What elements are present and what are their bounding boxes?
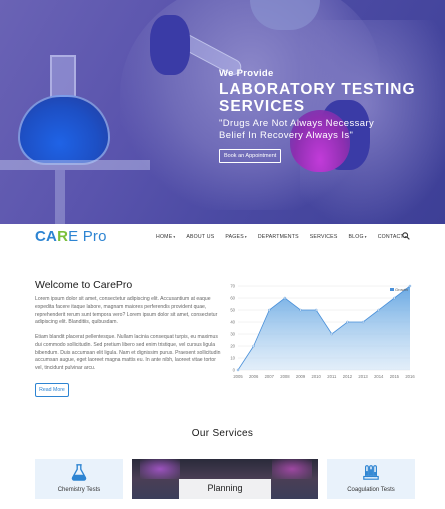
chart-point [377, 308, 380, 312]
service-card-coagulation[interactable]: Coagulation Tests [327, 459, 415, 499]
chart-point [330, 332, 334, 336]
nav-item-label: PAGES [225, 234, 244, 240]
chart-legend-label: Growth [395, 287, 408, 292]
welcome-title: Welcome to CarePro [35, 279, 133, 291]
chart-area-growth [238, 286, 410, 370]
chart-y-tick-label: 30 [230, 332, 235, 337]
nav-item-label: CONTACT [377, 234, 404, 240]
card-photo-glow [140, 459, 180, 479]
test-tubes-icon [363, 465, 379, 480]
read-more-button[interactable]: Read More [35, 383, 69, 397]
hero-photo-glove [150, 15, 190, 75]
nav-menu: HOME▾ ABOUT US PAGES▾ DEPARTMENTS SERVIC… [156, 234, 418, 240]
nav-item-label: HOME [156, 234, 173, 240]
chart-x-tick-label: 2011 [327, 374, 337, 379]
chart-point [268, 308, 271, 312]
chevron-down-icon: ▾ [364, 235, 367, 239]
chart-x-tick-label: 2016 [405, 374, 415, 379]
chart-y-tick-label: 60 [230, 296, 235, 301]
card-photo-glow [272, 459, 312, 479]
hero-photo-stand-pole [55, 170, 65, 224]
chart-x-tick-label: 2007 [265, 374, 275, 379]
site-logo[interactable]: CARE Pro [35, 228, 107, 245]
nav-item-label: DEPARTMENTS [257, 234, 299, 240]
hero-photo-stand [0, 160, 150, 170]
chart-y-tick-label: 0 [233, 368, 236, 373]
chart-x-tick-label: 2009 [296, 374, 306, 379]
growth-chart: 0 10 20 30 40 50 60 70 2005 2006 2007 2008 2009 2010 2… [230, 284, 415, 380]
hero-title-line1: LABORATORY TESTING [219, 81, 416, 98]
service-card-planning[interactable]: Planning [132, 459, 318, 509]
chart-x-tick-label: 2013 [358, 374, 368, 379]
chart-x-tick-label: 2006 [249, 374, 259, 379]
nav-item-home[interactable]: HOME▾ [156, 234, 175, 240]
chart-point [252, 344, 255, 348]
book-appointment-button[interactable]: Book an Appointment [219, 149, 282, 163]
search-icon[interactable] [402, 232, 410, 240]
nav-item-label: ABOUT US [186, 234, 215, 240]
chart-x-tick-label: 2012 [343, 374, 353, 379]
service-card-label: Chemistry Tests [57, 487, 101, 493]
chart-x-tick-label: 2008 [280, 374, 290, 379]
nav-item-departments[interactable]: DEPARTMENTS [258, 234, 299, 240]
welcome-paragraph-2: Etiam blandit placerat pellentesque. Nul… [35, 334, 221, 372]
chart-y-tick-label: 70 [230, 284, 235, 289]
hero-quote-line1: "Drugs Are Not Always Necessary [219, 118, 375, 129]
logo-part3: E Pro [68, 228, 107, 245]
hero-quote: "Drugs Are Not Always Necessary Belief I… [219, 118, 416, 142]
hero-title-line2: SERVICES [219, 98, 306, 115]
service-card-chemistry[interactable]: Chemistry Tests [35, 459, 123, 499]
nav-item-services[interactable]: SERVICES [310, 234, 338, 240]
chart-y-tick-label: 10 [230, 356, 235, 361]
hero-subtitle: We Provide [219, 68, 274, 79]
chart-point [361, 320, 365, 324]
chart-point [299, 308, 302, 312]
hero-text-block: We Provide LABORATORY TESTING SERVICES "… [219, 68, 416, 163]
chart-point [283, 296, 287, 300]
logo-part2: R [57, 228, 69, 245]
flask-icon [71, 464, 87, 481]
nav-item-label: SERVICES [309, 234, 338, 240]
chart-point [346, 320, 349, 324]
logo-part1: CA [35, 228, 58, 245]
welcome-paragraph-1: Lorem ipsum dolor sit amet, consectetur … [35, 296, 218, 326]
chart-x-tick-label: 2010 [312, 374, 322, 379]
chart-legend-swatch [390, 288, 394, 291]
chart-point [408, 284, 412, 288]
service-card-label: Coagulation Tests [347, 487, 395, 493]
chart-point [393, 296, 396, 300]
nav-item-pages[interactable]: PAGES▾ [225, 234, 246, 240]
chart-x-tick-label: 2005 [233, 374, 243, 379]
chart-point [236, 368, 240, 372]
hero-photo-flask [18, 95, 110, 165]
nav-item-label: BLOG [348, 234, 364, 240]
nav-item-blog[interactable]: BLOG▾ [349, 234, 367, 240]
chevron-down-icon: ▾ [244, 235, 247, 239]
hero-quote-line2: Belief In Recovery Always Is" [219, 130, 354, 141]
chart-y-tick-label: 50 [230, 308, 235, 313]
chart-x-tick-label: 2014 [374, 374, 384, 379]
nav-item-about-us[interactable]: ABOUT US [186, 234, 214, 240]
chart-point [314, 308, 318, 312]
chart-y-tick-label: 20 [230, 344, 235, 349]
chart-y-tick-label: 40 [230, 320, 235, 325]
chevron-down-icon: ▾ [173, 235, 176, 239]
chart-x-tick-label: 2015 [390, 374, 400, 379]
hero-title: LABORATORY TESTING SERVICES [219, 81, 416, 115]
services-title: Our Services [191, 428, 254, 439]
